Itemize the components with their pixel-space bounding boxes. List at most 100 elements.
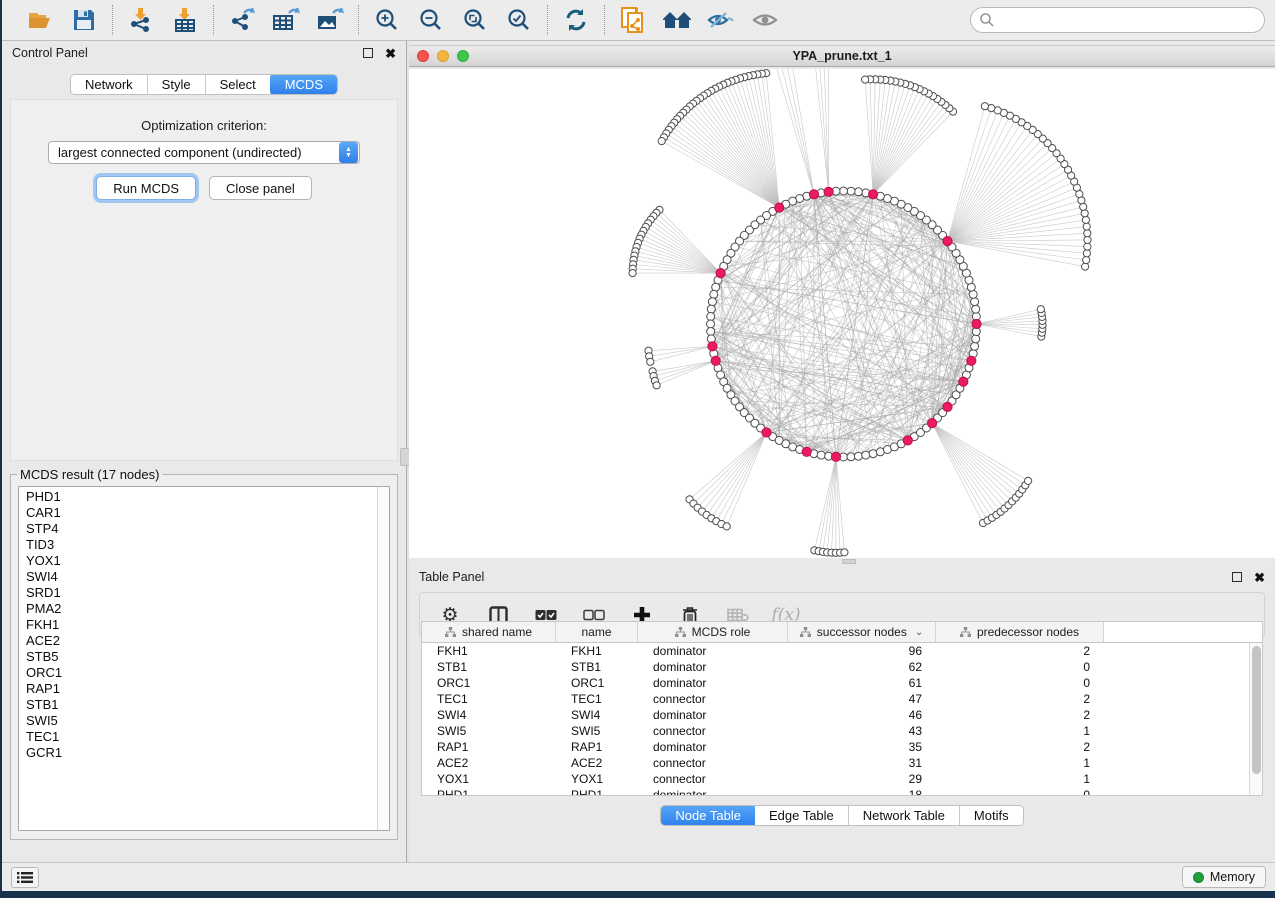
- attribute-type-icon: [960, 627, 971, 638]
- table-cell: 47: [788, 692, 936, 706]
- mcds-result-list[interactable]: PHD1CAR1STP4TID3YOX1SWI4SRD1PMA2FKH1ACE2…: [18, 486, 390, 831]
- table-cell: ACE2: [422, 756, 556, 770]
- export-network-button[interactable]: [227, 6, 257, 34]
- table-scrollbar-thumb[interactable]: [1252, 646, 1261, 774]
- table-cell: 0: [936, 660, 1104, 674]
- memory-button[interactable]: Memory: [1182, 866, 1266, 888]
- table-row[interactable]: FKH1FKH1dominator962: [422, 643, 1249, 659]
- table-cell: 43: [788, 724, 936, 738]
- save-session-button[interactable]: [69, 6, 99, 34]
- table-row[interactable]: SWI5SWI5connector431: [422, 723, 1249, 739]
- open-file-button[interactable]: [25, 6, 55, 34]
- column-header-shared-name[interactable]: shared name: [422, 622, 556, 642]
- show-graphics-button[interactable]: [750, 6, 780, 34]
- mcds-result-item[interactable]: GCR1: [26, 745, 389, 761]
- tab-mcds[interactable]: MCDS: [270, 74, 338, 95]
- mcds-result-item[interactable]: YOX1: [26, 553, 389, 569]
- mcds-result-group: MCDS result (17 nodes) PHD1CAR1STP4TID3Y…: [10, 467, 398, 840]
- search-input[interactable]: [970, 7, 1265, 33]
- horizontal-splitter[interactable]: [409, 558, 1275, 565]
- export-image-button[interactable]: [315, 6, 345, 34]
- mcds-result-item[interactable]: TEC1: [26, 729, 389, 745]
- table-cell: PHD1: [422, 788, 556, 796]
- import-network-button[interactable]: [126, 6, 156, 34]
- tab-select[interactable]: Select: [206, 75, 271, 94]
- criterion-dropdown[interactable]: largest connected component (undirected)…: [48, 141, 360, 164]
- table-row[interactable]: SWI4SWI4dominator462: [422, 707, 1249, 723]
- export-network-icon: [228, 7, 256, 33]
- mcds-result-item[interactable]: ORC1: [26, 665, 389, 681]
- tab-motifs[interactable]: Motifs: [960, 806, 1023, 825]
- hide-graphics-button[interactable]: [706, 6, 736, 34]
- mcds-result-item[interactable]: CAR1: [26, 505, 389, 521]
- table-row[interactable]: STB1STB1dominator620: [422, 659, 1249, 675]
- mcds-result-item[interactable]: ACE2: [26, 633, 389, 649]
- mcds-result-item[interactable]: FKH1: [26, 617, 389, 633]
- run-mcds-button[interactable]: Run MCDS: [96, 176, 196, 200]
- tab-style[interactable]: Style: [148, 75, 206, 94]
- mcds-result-item[interactable]: SWI4: [26, 569, 389, 585]
- table-row[interactable]: ORC1ORC1dominator610: [422, 675, 1249, 691]
- work-area: YPA_prune.txt_1 Table Panel ✖ ⚙: [409, 41, 1275, 862]
- float-panel-icon[interactable]: [1232, 572, 1242, 582]
- table-cell: TEC1: [422, 692, 556, 706]
- zoom-out-button[interactable]: [416, 6, 446, 34]
- mcds-result-item[interactable]: PHD1: [26, 489, 389, 505]
- zoom-fit-button[interactable]: [460, 6, 490, 34]
- network-view-titlebar[interactable]: YPA_prune.txt_1: [409, 45, 1275, 67]
- close-panel-button[interactable]: Close panel: [209, 176, 312, 200]
- table-scrollbar[interactable]: [1249, 643, 1262, 795]
- close-panel-icon[interactable]: ✖: [1254, 571, 1265, 584]
- table-row[interactable]: RAP1RAP1dominator352: [422, 739, 1249, 755]
- zoom-in-button[interactable]: [372, 6, 402, 34]
- duplicate-style-button[interactable]: [618, 6, 648, 34]
- tab-edge-table[interactable]: Edge Table: [755, 806, 849, 825]
- column-header-name[interactable]: name: [556, 622, 638, 642]
- zoom-selected-button[interactable]: [504, 6, 534, 34]
- refresh-button[interactable]: [561, 6, 591, 34]
- table-row[interactable]: YOX1YOX1connector291: [422, 771, 1249, 787]
- eye-slash-icon: [707, 9, 735, 31]
- column-header-predecessor-nodes[interactable]: predecessor nodes: [936, 622, 1104, 642]
- mcds-result-item[interactable]: TID3: [26, 537, 389, 553]
- mcds-result-item[interactable]: SWI5: [26, 713, 389, 729]
- table-cell: 2: [936, 708, 1104, 722]
- tab-network-table[interactable]: Network Table: [849, 806, 960, 825]
- table-cell: YOX1: [556, 772, 638, 786]
- table-cell: dominator: [638, 644, 788, 658]
- show-panels-button[interactable]: [11, 867, 39, 888]
- column-header-MCDS-role[interactable]: MCDS role: [638, 622, 788, 642]
- mcds-result-item[interactable]: RAP1: [26, 681, 389, 697]
- horizontal-splitter-handle[interactable]: [842, 559, 856, 564]
- mcds-result-item[interactable]: PMA2: [26, 601, 389, 617]
- mcds-list-scrollbar[interactable]: [377, 487, 389, 830]
- close-panel-icon[interactable]: ✖: [385, 47, 396, 60]
- home-button[interactable]: [662, 6, 692, 34]
- table-cell: connector: [638, 692, 788, 706]
- mcds-result-item[interactable]: SRD1: [26, 585, 389, 601]
- export-table-button[interactable]: [271, 6, 301, 34]
- table-cell: 1: [936, 772, 1104, 786]
- zoom-out-icon: [419, 8, 443, 32]
- table-cell: 61: [788, 676, 936, 690]
- table-cell: SWI5: [422, 724, 556, 738]
- table-row[interactable]: PHD1PHD1dominator180: [422, 787, 1249, 796]
- float-panel-icon[interactable]: [363, 48, 373, 58]
- table-cell: RAP1: [556, 740, 638, 754]
- table-cell: connector: [638, 756, 788, 770]
- tab-network[interactable]: Network: [71, 75, 148, 94]
- table-row[interactable]: TEC1TEC1connector472: [422, 691, 1249, 707]
- table-cell: 18: [788, 788, 936, 796]
- refresh-icon: [564, 8, 588, 32]
- mcds-result-item[interactable]: STB1: [26, 697, 389, 713]
- mcds-result-item[interactable]: STP4: [26, 521, 389, 537]
- column-header-successor-nodes[interactable]: successor nodes⌄: [788, 622, 936, 642]
- attribute-type-icon: [800, 627, 811, 638]
- table-cell: dominator: [638, 676, 788, 690]
- table-row[interactable]: ACE2ACE2connector311: [422, 755, 1249, 771]
- table-cell: 96: [788, 644, 936, 658]
- tab-node-table[interactable]: Node Table: [660, 805, 756, 826]
- import-table-button[interactable]: [170, 6, 200, 34]
- network-canvas[interactable]: [409, 69, 1275, 558]
- mcds-result-item[interactable]: STB5: [26, 649, 389, 665]
